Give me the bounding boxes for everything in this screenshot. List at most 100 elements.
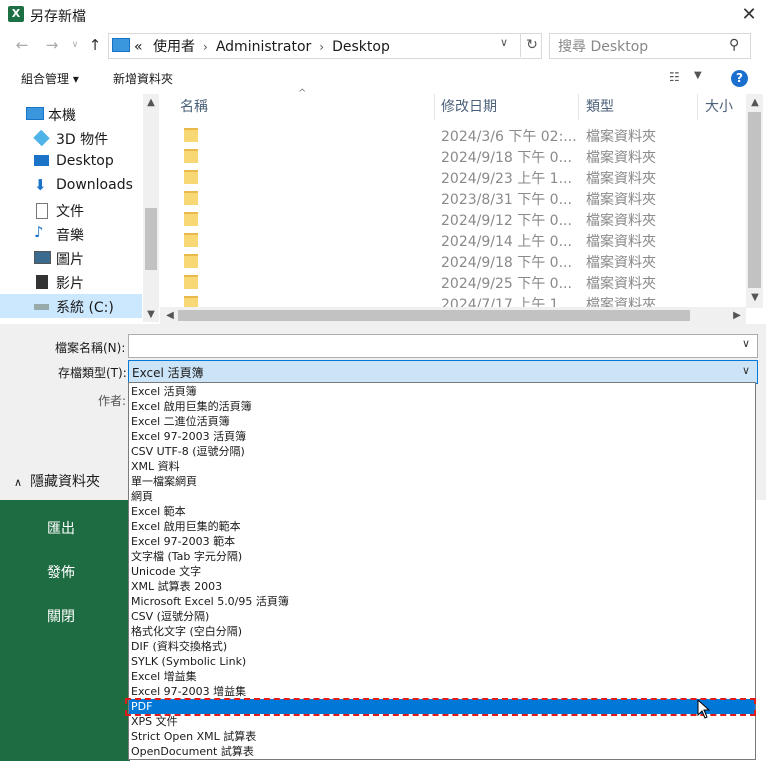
scroll-down-icon[interactable]: ▼ [747,292,763,303]
filetype-option[interactable]: DIF (資料交換格式) [129,639,755,654]
nav-item-system-c[interactable]: 系統 (C:) [0,294,142,318]
file-modified-date: 2024/3/6 下午 02:... [441,129,577,145]
filetype-option[interactable]: 網頁 [129,489,755,504]
filetype-option[interactable]: Excel 二進位活頁簿 [129,414,755,429]
address-dropdown-icon[interactable]: ∨ [500,36,508,49]
breadcrumb-administrator[interactable]: Administrator [216,39,311,55]
refresh-icon[interactable]: ↻ [520,33,543,57]
filetype-option[interactable]: Excel 97-2003 增益集 [129,684,755,699]
filetype-option[interactable]: Excel 97-2003 範本 [129,534,755,549]
recent-locations-chevron-icon[interactable]: ∨ [64,34,86,56]
filetype-label: 存檔類型(T): [58,366,127,380]
file-type: 檔案資料夾 [586,150,656,166]
chevron-down-icon[interactable]: ∨ [742,337,750,350]
nav-item-this-pc[interactable]: 本機 [0,102,142,126]
search-input[interactable]: 搜尋 Desktop [558,36,648,56]
mouse-cursor-icon [697,699,711,719]
breadcrumb-users[interactable]: 使用者 [153,39,195,55]
breadcrumb[interactable]: « 使用者 › Administrator › Desktop [134,36,390,56]
filetype-option[interactable]: OpenDocument 試算表 [129,744,755,759]
file-modified-date: 2024/9/18 下午 0... [441,255,572,271]
file-row[interactable]: 2024/9/18 下午 0... 檔案資料夾 [160,250,746,271]
filetype-option[interactable]: 單一檔案網頁 [129,474,755,489]
folder-icon [184,233,198,247]
file-row[interactable]: 2024/3/6 下午 02:... 檔案資料夾 [160,124,746,145]
filetype-option[interactable]: Excel 活頁簿 [129,384,755,399]
organize-button[interactable]: 組合管理 ▾ [21,70,79,87]
backstage-export[interactable]: 匯出 [47,518,75,538]
filetype-option[interactable]: XML 試算表 2003 [129,579,755,594]
filetype-option[interactable]: Microsoft Excel 5.0/95 活頁簿 [129,594,755,609]
filetype-option[interactable]: Strict Open XML 試算表 [129,729,755,744]
filetype-option[interactable]: XPS 文件 [129,714,755,729]
file-row[interactable]: 2024/9/18 下午 0... 檔案資料夾 [160,145,746,166]
up-arrow-icon[interactable]: ↑ [84,34,106,56]
scroll-down-icon[interactable]: ▼ [143,309,159,320]
filetype-option[interactable]: Unicode 文字 [129,564,755,579]
file-row[interactable]: 2023/8/31 下午 0... 檔案資料夾 [160,187,746,208]
file-type: 檔案資料夾 [586,234,656,250]
file-list-horizontal-thumb[interactable] [178,310,690,321]
column-divider[interactable] [697,94,698,120]
file-modified-date: 2023/8/31 下午 0... [441,192,572,208]
filetype-option[interactable]: CSV UTF-8 (逗號分隔) [129,444,755,459]
filetype-selected-value[interactable]: Excel 活頁簿 [132,364,204,381]
file-type: 檔案資料夾 [586,129,656,145]
column-header-size[interactable]: 大小 [705,96,733,116]
filename-input[interactable] [128,334,758,358]
breadcrumb-separator-icon: › [319,40,325,54]
help-icon[interactable]: ? [731,70,748,87]
nav-item-music[interactable]: ♪ 音樂 [0,222,142,246]
filename-label: 檔案名稱(N): [55,341,126,355]
close-button[interactable]: ✕ [736,2,762,28]
filetype-option[interactable]: Excel 啟用巨集的活頁簿 [129,399,755,414]
new-folder-button[interactable]: 新增資料夾 [113,70,173,87]
back-arrow-icon[interactable]: ← [11,34,33,56]
file-row[interactable]: 2024/9/14 上午 0... 檔案資料夾 [160,229,746,250]
scroll-right-icon[interactable]: ▶ [729,310,745,321]
filetype-option[interactable]: Excel 啟用巨集的範本 [129,519,755,534]
filetype-option[interactable]: Excel 範本 [129,504,755,519]
folder-icon [184,275,198,289]
search-icon[interactable]: ⚲ [729,37,739,53]
chevron-down-icon[interactable]: ∨ [742,364,750,377]
column-divider[interactable] [578,94,579,120]
nav-item-documents[interactable]: 文件 [0,198,142,222]
nav-item-desktop[interactable]: Desktop [0,150,142,174]
nav-scroll-thumb[interactable] [145,208,157,270]
nav-item-downloads[interactable]: ⬇ Downloads [0,174,142,198]
nav-item-floppy[interactable]: 軟碟 [0,318,142,322]
view-dropdown-icon[interactable]: ▼ [694,70,702,81]
backstage-close[interactable]: 關閉 [47,606,75,626]
filetype-option[interactable]: 文字檔 (Tab 字元分隔) [129,549,755,564]
nav-item-pictures[interactable]: 圖片 [0,246,142,270]
backstage-publish[interactable]: 發佈 [47,562,75,582]
scroll-up-icon[interactable]: ▲ [143,97,159,108]
filetype-option[interactable]: XML 資料 [129,459,755,474]
filetype-option[interactable]: SYLK (Symbolic Link) [129,654,755,669]
column-header-modified[interactable]: 修改日期 [441,96,497,116]
folder-icon [184,254,198,268]
file-row[interactable]: 2024/9/25 下午 0... 檔案資料夾 [160,271,746,292]
nav-item-3d-objects[interactable]: 3D 物件 [0,126,142,150]
column-header-type[interactable]: 類型 [586,96,614,116]
nav-item-videos[interactable]: 影片 [0,270,142,294]
file-list-vertical-thumb[interactable] [748,112,761,288]
filetype-option[interactable]: Excel 97-2003 活頁簿 [129,429,755,444]
filetype-option[interactable]: CSV (逗號分隔) [129,609,755,624]
file-row[interactable]: 2024/9/23 上午 1... 檔案資料夾 [160,166,746,187]
breadcrumb-overflow[interactable]: « [134,39,143,55]
scroll-up-icon[interactable]: ▲ [747,97,763,108]
forward-arrow-icon[interactable]: → [41,34,63,56]
filetype-option[interactable]: 格式化文字 (空白分隔) [129,624,755,639]
filetype-option[interactable]: Excel 增益集 [129,669,755,684]
computer-icon [112,38,130,52]
column-divider[interactable] [434,94,435,120]
column-header-name[interactable]: 名稱 [180,96,208,116]
filetype-select[interactable] [128,360,758,384]
hide-folders-button[interactable]: ∧ 隱藏資料夾 [14,471,100,491]
scroll-left-icon[interactable]: ◀ [162,310,178,321]
breadcrumb-desktop[interactable]: Desktop [332,39,390,55]
view-options-icon[interactable]: ☷ [669,70,680,84]
file-row[interactable]: 2024/9/12 下午 0... 檔案資料夾 [160,208,746,229]
